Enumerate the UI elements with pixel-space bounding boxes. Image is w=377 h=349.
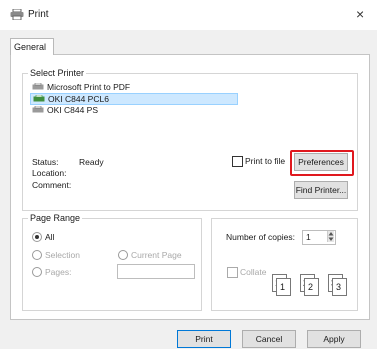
printer-icon xyxy=(33,95,45,102)
current-page-radio[interactable] xyxy=(118,250,128,260)
printer-icon xyxy=(10,8,24,21)
print-button[interactable]: Print xyxy=(177,330,231,348)
collate-illustration: 1 1 2 2 3 3 xyxy=(272,274,356,298)
printer-item-ps[interactable]: OKI C844 PS xyxy=(32,105,98,115)
preferences-button[interactable]: Preferences xyxy=(294,153,348,171)
print-to-file-label: Print to file xyxy=(245,156,286,166)
printer-icon xyxy=(32,83,44,90)
selection-label: Selection xyxy=(45,250,80,260)
window-title: Print xyxy=(28,9,49,20)
copies-value: 1 xyxy=(306,232,311,242)
pages-input[interactable] xyxy=(117,264,195,279)
current-page-label: Current Page xyxy=(131,250,182,260)
printer-name: OKI C844 PCL6 xyxy=(48,94,109,104)
status-value: Ready xyxy=(79,157,104,167)
collate-page: 1 xyxy=(276,278,291,296)
comment-label: Comment: xyxy=(32,180,72,190)
page-range-title: Page Range xyxy=(28,213,83,223)
close-button[interactable]: × xyxy=(356,6,364,22)
collate-number: 2 xyxy=(308,282,314,292)
status-label: Status: xyxy=(32,157,59,167)
printer-item-pcl6[interactable]: OKI C844 PCL6 xyxy=(30,93,238,105)
all-label: All xyxy=(45,232,55,242)
printer-icon xyxy=(32,106,44,113)
collate-checkbox[interactable] xyxy=(227,267,238,278)
collate-label: Collate xyxy=(240,267,267,277)
select-printer-title: Select Printer xyxy=(28,68,87,78)
location-label: Location: xyxy=(32,168,67,178)
printer-list[interactable]: Microsoft Print to PDF OKI C844 PCL6 OKI… xyxy=(30,82,342,142)
collate-page: 2 xyxy=(304,278,319,296)
cancel-button[interactable]: Cancel xyxy=(242,330,296,348)
printer-name: Microsoft Print to PDF xyxy=(47,82,131,92)
pages-label: Pages: xyxy=(45,267,72,277)
apply-button[interactable]: Apply xyxy=(307,330,361,348)
printer-item-pdf[interactable]: Microsoft Print to PDF xyxy=(32,82,130,92)
collate-page: 3 xyxy=(332,278,347,296)
collate-number: 1 xyxy=(280,282,286,292)
printer-name: OKI C844 PS xyxy=(47,105,99,115)
collate-number: 3 xyxy=(336,282,342,292)
number-of-copies-label: Number of copies: xyxy=(226,232,295,242)
pages-radio[interactable] xyxy=(32,267,42,277)
selection-radio[interactable] xyxy=(32,250,42,260)
title-bar xyxy=(0,0,377,30)
copies-spinner[interactable] xyxy=(327,231,334,242)
tab-general-label: General xyxy=(14,42,47,52)
all-radio[interactable] xyxy=(32,232,42,242)
find-printer-button[interactable]: Find Printer... xyxy=(294,181,348,199)
spinner-arrows-icon xyxy=(328,232,334,241)
print-to-file-checkbox[interactable] xyxy=(232,156,243,167)
